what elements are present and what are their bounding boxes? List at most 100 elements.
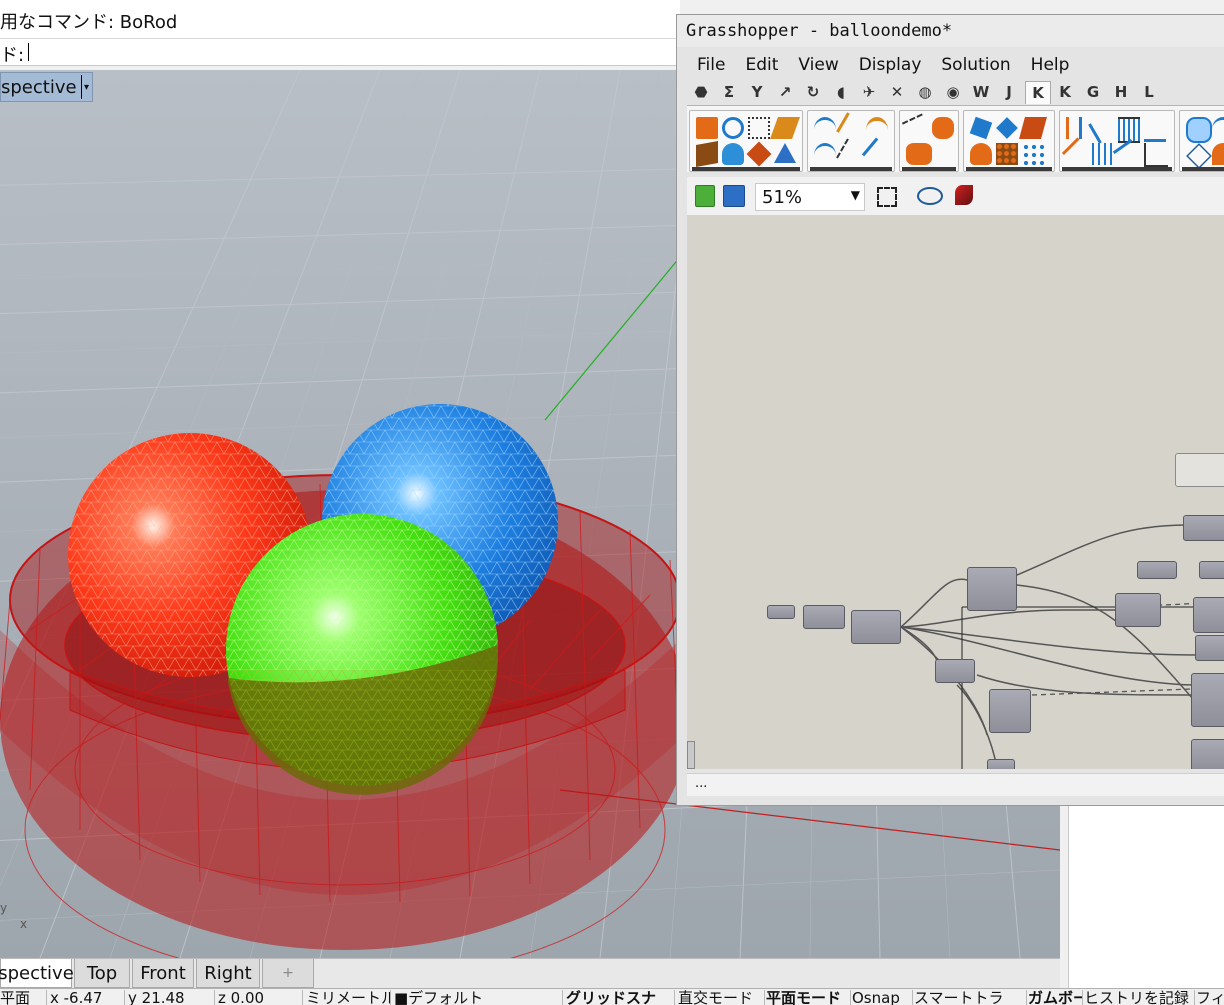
save-file-icon[interactable] [723, 185, 745, 207]
arc-icon[interactable] [814, 117, 836, 142]
tab-vector-icon[interactable]: ↗ [773, 81, 797, 103]
status-gumball[interactable]: ガムボール [1028, 990, 1083, 1005]
axes-icon[interactable] [1144, 143, 1168, 167]
status-units: ミリメートル [306, 990, 391, 1005]
menu-edit[interactable]: Edit [735, 53, 788, 81]
tab-maths-icon[interactable]: Σ [717, 81, 741, 103]
tab-k[interactable]: K [1053, 81, 1077, 103]
component-icon[interactable] [696, 117, 718, 139]
flame-icon[interactable] [1212, 143, 1224, 165]
zoom-dropdown-icon[interactable]: ▼ [851, 188, 860, 202]
tab-params-icon[interactable]: ⬣ [689, 81, 713, 103]
points-component-icon[interactable] [748, 117, 770, 139]
node-right-6[interactable] [1191, 739, 1224, 769]
net-icon[interactable] [1186, 143, 1212, 169]
tab-j[interactable]: J [997, 81, 1021, 103]
zoom-extents-icon[interactable] [877, 187, 897, 207]
measure-icon[interactable] [901, 113, 933, 145]
mass-icon[interactable] [969, 116, 993, 140]
sigma-icon[interactable] [1088, 112, 1121, 144]
tab-g[interactable]: G [1081, 81, 1105, 103]
sketch-pen-icon[interactable] [955, 185, 973, 205]
menu-help[interactable]: Help [1021, 53, 1080, 81]
tab-curve-icon[interactable]: ↻ [801, 81, 825, 103]
zoom-select[interactable]: 51% ▼ [755, 183, 865, 211]
node-right-4[interactable] [1195, 635, 1224, 661]
status-layer[interactable]: ■デフォルト [394, 990, 563, 1005]
node-param[interactable] [803, 605, 845, 629]
node-right-1[interactable] [1183, 515, 1224, 541]
line-icon[interactable] [836, 112, 869, 144]
menu-display[interactable]: Display [849, 53, 932, 81]
grid-dots-icon[interactable] [996, 143, 1018, 165]
open-file-icon[interactable] [695, 185, 715, 207]
menu-solution[interactable]: Solution [931, 53, 1020, 81]
shell-icon[interactable] [1186, 117, 1212, 143]
node-bottom[interactable] [987, 759, 1015, 769]
support-component-icon[interactable] [722, 143, 744, 165]
grasshopper-title: Grasshopper - balloondemo* [686, 21, 953, 41]
rotate-icon[interactable] [1212, 117, 1224, 142]
status-smarttrack[interactable]: スマートトラ [914, 990, 1027, 1005]
columns-icon[interactable] [1092, 143, 1114, 165]
tab-k-active[interactable]: K [1025, 81, 1051, 104]
plate-component-icon[interactable] [769, 117, 801, 139]
tab-h[interactable]: H [1109, 81, 1133, 103]
tab-transform-icon[interactable]: ◍ [913, 81, 937, 103]
canvas-scroll-handle[interactable] [687, 741, 695, 769]
node-component[interactable] [851, 610, 901, 644]
tab-intersect-icon[interactable]: ✕ [885, 81, 909, 103]
tab-mesh-icon[interactable]: ✈ [857, 81, 881, 103]
analysis-icon[interactable] [906, 143, 932, 165]
circle-component-icon[interactable] [722, 117, 744, 139]
add-tab-icon[interactable]: + [262, 959, 314, 988]
menu-view[interactable]: View [788, 53, 848, 81]
node-deconstruct[interactable] [967, 567, 1017, 611]
tab-front[interactable]: Front [132, 959, 194, 988]
viewport-title[interactable]: spective ▾ [0, 72, 93, 102]
box-icon[interactable] [1019, 117, 1047, 139]
person-icon[interactable] [970, 143, 992, 165]
star-icon[interactable] [1061, 137, 1096, 171]
tab-right[interactable]: Right [196, 959, 260, 988]
command-prompt[interactable]: ド: [0, 38, 680, 66]
status-planar[interactable]: 平面モード [766, 990, 851, 1005]
tab-l[interactable]: L [1137, 81, 1161, 103]
grasshopper-window[interactable]: Grasshopper - balloondemo* File Edit Vie… [676, 14, 1224, 806]
node-solver[interactable] [1115, 593, 1161, 627]
span-icon[interactable] [1144, 117, 1166, 142]
tab-w[interactable]: W [969, 81, 993, 103]
cone-component-icon[interactable] [774, 143, 796, 163]
node-panel[interactable] [1175, 453, 1224, 487]
grasshopper-canvas[interactable] [687, 215, 1224, 769]
tab-top[interactable]: Top [74, 959, 130, 988]
grasshopper-title-bar[interactable]: Grasshopper - balloondemo* [677, 15, 1224, 47]
tab-surface-icon[interactable]: ◖ [829, 81, 853, 103]
node-input[interactable] [767, 605, 795, 619]
node-evaluate[interactable] [989, 689, 1031, 733]
node-toggle[interactable] [1137, 561, 1177, 579]
gear-icon[interactable] [932, 117, 954, 139]
tab-sets-icon[interactable]: Y [745, 81, 769, 103]
load-component-icon[interactable] [746, 141, 772, 167]
split-icon[interactable] [1066, 117, 1082, 139]
cluster-icon[interactable] [1022, 143, 1044, 165]
status-osnap[interactable]: Osnap [852, 990, 913, 1005]
beam-component-icon[interactable] [696, 141, 718, 167]
preview-eye-icon[interactable] [917, 187, 943, 205]
node-list-item[interactable] [935, 659, 975, 683]
status-record-history[interactable]: ヒストリを記録 [1084, 990, 1195, 1005]
menu-file[interactable]: File [687, 53, 735, 81]
node-right-3[interactable] [1193, 597, 1224, 633]
diamond-icon[interactable] [996, 117, 1018, 139]
zoom-value: 51% [762, 187, 803, 208]
node-right-5[interactable] [1191, 673, 1224, 727]
tab-perspective[interactable]: spective [0, 959, 74, 988]
status-filter[interactable]: フィ [1196, 990, 1224, 1005]
node-right-2[interactable] [1199, 561, 1224, 579]
status-ortho[interactable]: 直交モード [678, 990, 765, 1005]
viewport-menu-arrow-icon[interactable]: ▾ [80, 75, 92, 99]
arc2-icon[interactable] [814, 143, 836, 168]
status-grid-snap[interactable]: グリッドスナ [566, 990, 675, 1005]
tab-display-icon[interactable]: ◉ [941, 81, 965, 103]
